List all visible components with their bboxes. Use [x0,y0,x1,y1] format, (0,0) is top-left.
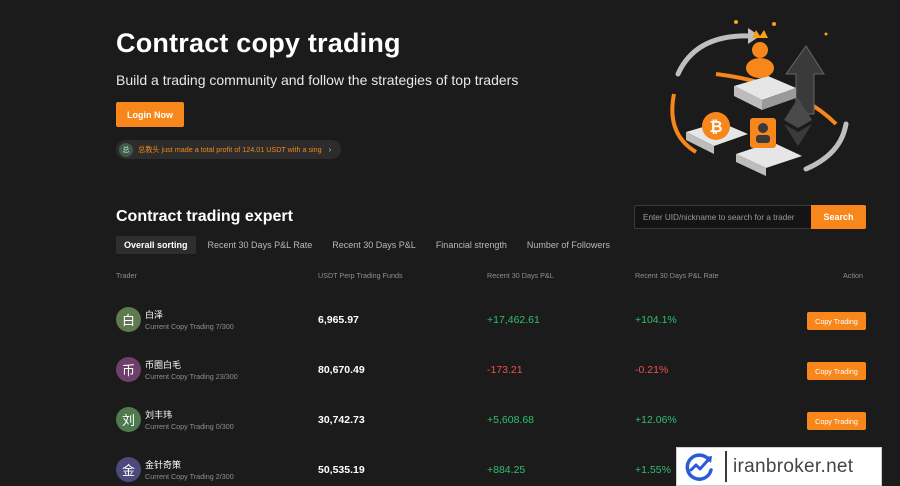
table-row: 币 币圈白毛 Current Copy Trading 23/300 80,67… [116,353,866,403]
copy-count: Current Copy Trading 23/300 [145,372,238,381]
copy-count: Current Copy Trading 0/300 [145,422,234,431]
tab-followers[interactable]: Number of Followers [519,236,618,254]
pnl-value: -173.21 [487,364,523,376]
chevron-right-icon: › [328,145,332,154]
chart-check-logo-icon [677,447,721,486]
pnl-rate: +104.1% [635,314,677,326]
page-subtitle: Build a trading community and follow the… [116,72,519,88]
trader-name[interactable]: 金针奇策 [145,458,181,471]
watermark-divider [725,451,727,482]
search-button[interactable]: Search [811,205,866,229]
trading-funds: 80,670.49 [318,364,365,376]
avatar[interactable]: 金 [116,457,141,482]
header-pnl: Recent 30 Days P&L [487,271,554,280]
watermark: iranbroker.net [676,447,882,486]
trading-funds: 30,742.73 [318,414,365,426]
tab-pnl[interactable]: Recent 30 Days P&L [324,236,424,254]
header-trader: Trader [116,271,137,280]
trading-funds: 6,965.97 [318,314,359,326]
table-row: 白 白泽 Current Copy Trading 7/300 6,965.97… [116,303,866,353]
copy-trading-button[interactable]: Copy Trading [807,362,866,380]
watermark-text: iranbroker.net [733,455,854,477]
trader-search: Search [634,205,866,229]
pnl-value: +884.25 [487,464,526,476]
avatar[interactable]: 刘 [116,407,141,432]
pnl-value: +5,608.68 [487,414,535,426]
pnl-value: +17,462.61 [487,314,540,326]
page-title: Contract copy trading [116,28,401,58]
avatar[interactable]: 白 [116,307,141,332]
login-button[interactable]: Login Now [116,102,184,127]
copy-trading-button[interactable]: Copy Trading [807,312,866,330]
pnl-rate: +1.55% [635,464,671,476]
table-row: 刘 刘丰玮 Current Copy Trading 0/300 30,742.… [116,403,866,453]
pnl-rate: +12.06% [635,414,677,426]
section-title: Contract trading expert [116,208,293,225]
tab-financial-strength[interactable]: Financial strength [428,236,515,254]
tab-overall-sorting[interactable]: Overall sorting [116,236,196,254]
trader-name[interactable]: 币圈白毛 [145,358,181,371]
notice-text: 总教头 just made a total profit of 124.01 U… [138,144,322,154]
trader-name[interactable]: 白泽 [145,308,163,321]
pnl-rate: -0.21% [635,364,669,376]
copy-count: Current Copy Trading 2/300 [145,472,234,481]
avatar[interactable]: 币 [116,357,141,382]
copy-count: Current Copy Trading 7/300 [145,322,234,331]
copy-trading-button[interactable]: Copy Trading [807,412,866,430]
notice-avatar: 总 [119,142,133,157]
tab-pnl-rate[interactable]: Recent 30 Days P&L Rate [200,236,321,254]
header-action: Action [843,271,863,280]
profit-notice[interactable]: 总 总教头 just made a total profit of 124.01… [116,140,342,159]
trading-funds: 50,535.19 [318,464,365,476]
header-funds: USDT Perp Trading Funds [318,271,403,280]
search-input[interactable] [634,205,811,229]
trader-name[interactable]: 刘丰玮 [145,408,172,421]
sort-tabs: Overall sorting Recent 30 Days P&L Rate … [116,236,622,254]
header-pnl-rate: Recent 30 Days P&L Rate [635,271,719,280]
copy-trading-illustration: ₿ [670,20,849,176]
svg-text:₿: ₿ [709,117,722,136]
